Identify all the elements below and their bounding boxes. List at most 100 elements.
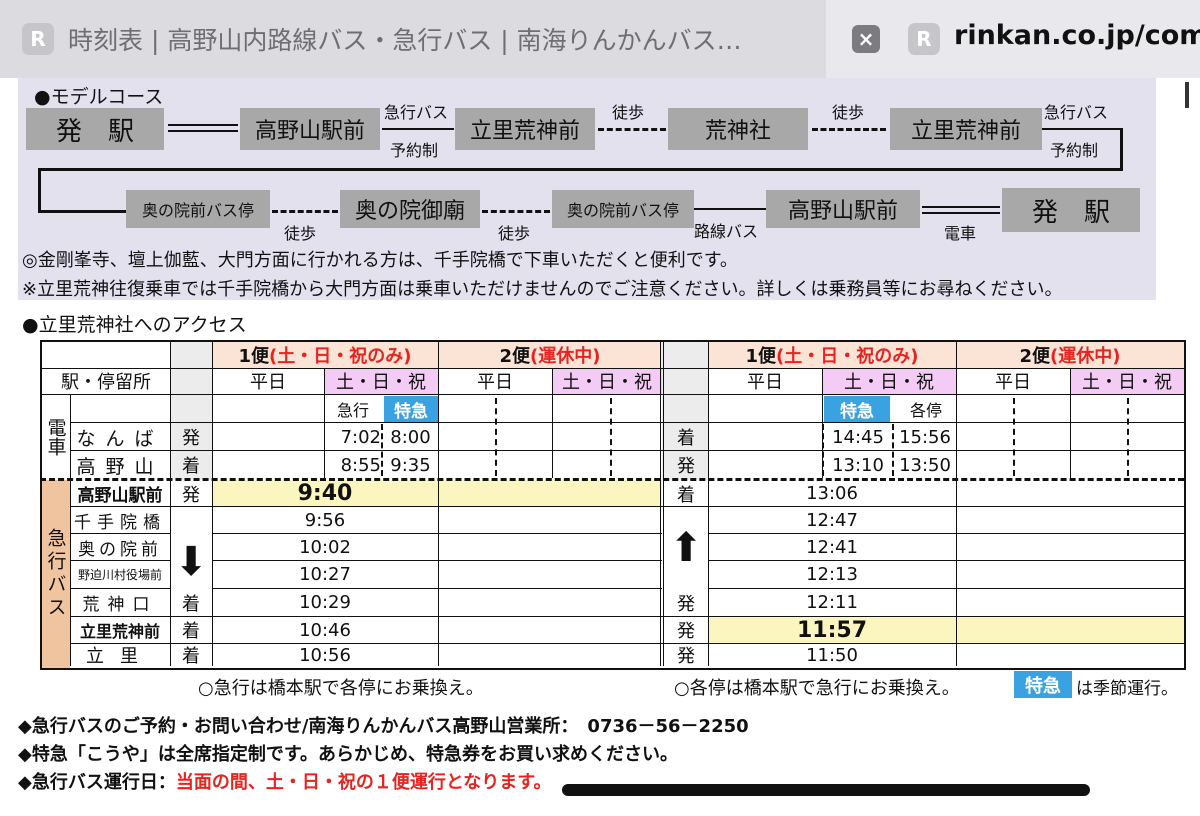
station-nosegawa-office: 野迫川村役場前 (77, 568, 162, 582)
walk-label: 徒歩 (832, 103, 865, 122)
connector-line (38, 210, 126, 213)
time-cell: 10:56 (299, 644, 351, 666)
rail-line (168, 124, 238, 126)
bus-section-label: 急行バス (44, 528, 67, 620)
walk-label: 徒歩 (612, 103, 645, 122)
site-favicon-icon: R (22, 23, 54, 55)
footnote-seasonal: は季節運行。 (1076, 679, 1178, 699)
trip1-header: 1便 (土・日・祝のみ) (745, 346, 919, 367)
scroll-indicator (1185, 82, 1189, 108)
limited-express-badge: 特急 (824, 396, 890, 422)
course-note-2: ※立里荒神往復乗車では千手院橋から大門方面は乗車いただけませんのでご注意ください… (22, 279, 1063, 300)
rail-line (922, 212, 1000, 214)
time-cell: 12:13 (806, 564, 858, 585)
time-cell: 10:46 (299, 619, 351, 641)
weekday-header: 平日 (747, 372, 783, 393)
train-section-label: 電車 (44, 418, 67, 456)
time-cell: 15:56 (899, 426, 951, 448)
time-divider (610, 398, 612, 476)
dep-marker: 発 (677, 646, 695, 667)
station-okunoin-mae: 奥の院前 (78, 539, 162, 560)
time-cell: 7:02 (340, 426, 381, 448)
bus-line (694, 208, 766, 210)
dep-marker: 発 (677, 621, 695, 642)
weekend-header: 土・日・祝 (1082, 372, 1172, 393)
connector-line (38, 168, 1123, 171)
okunoin-stop-box: 奥の院前バス停 (552, 190, 694, 228)
connector-line (38, 168, 41, 212)
footnote-right: ○各停は橋本駅で急行にお乗換え。 (674, 678, 960, 699)
course-note-1: ◎金剛峯寺、壇上伽藍、大門方面に行かれる方は、千手院橋で下車いただくと便利です。 (22, 250, 738, 271)
arr-marker: 着 (182, 621, 200, 642)
station-koyasan-eki-mae: 高野山駅前 (77, 486, 163, 506)
koyasan-station-box: 高野山駅前 (766, 190, 920, 228)
station-koyasan: 高野山 (76, 455, 164, 478)
time-cell: 12:47 (806, 509, 858, 531)
train-label: 電車 (944, 224, 977, 243)
arr-marker: 着 (182, 646, 200, 667)
tatesato-stop-box: 立里荒神前 (890, 108, 1042, 150)
dep-marker: 発 (182, 484, 200, 506)
local-type: 各停 (909, 401, 942, 420)
station-tatesato-aragami-mae: 立里荒神前 (79, 622, 160, 641)
close-tab-icon[interactable]: × (852, 25, 880, 53)
connector-line (1120, 128, 1123, 170)
time-cell-highlight: 9:40 (297, 481, 353, 506)
walk-line (272, 210, 338, 213)
operation-day-note: ◆急行バス運行日：当面の間、土・日・祝の１便運行となります。 (18, 772, 552, 793)
express-bus-label: 急行バス (1044, 103, 1109, 122)
timetable: 1便 (土・日・祝のみ) 2便 (運休中) 1便 (土・日・祝のみ) 2便 (運休中) … (40, 340, 1186, 670)
walk-line (812, 128, 886, 131)
access-title: ●立里荒神社へのアクセス (22, 314, 247, 336)
weekend-header: 土・日・祝 (562, 372, 652, 393)
station-namba: なんば (76, 427, 164, 450)
express-bus-label: 急行バス (384, 103, 449, 122)
time-cell: 13:06 (806, 483, 858, 504)
reserved-seat-note: ◆特急「こうや」は全席指定制です。あらかじめ、特急券をお買い求めください。 (18, 744, 679, 765)
up-arrow-icon: ⬆ (669, 525, 703, 571)
station-senjuinbashi: 千手院橋 (74, 512, 166, 533)
arrive-station-box: 発 駅 (1002, 188, 1140, 232)
rail-line (922, 206, 1000, 208)
time-cell: 13:10 (832, 454, 884, 476)
site-favicon-icon: R (908, 23, 940, 55)
time-cell: 12:41 (806, 536, 858, 558)
arr-marker: 着 (182, 593, 200, 615)
row-line (70, 450, 1184, 451)
walk-line (482, 210, 550, 213)
contact-note: ◆急行バスのご予約・お問い合わせ/南海りんかんバス高野山営業所： 0736－56… (18, 716, 749, 737)
limited-express-badge: 特急 (1014, 671, 1072, 698)
okunoin-gobyo-box: 奥の院御廟 (340, 190, 480, 228)
browser-tab-bar: R 時刻表 | 高野山内路線バス・急行バス | 南海りんかんバス… × R ri… (0, 0, 1200, 78)
weekend-header: 土・日・祝 (336, 372, 426, 393)
dep-marker: 発 (677, 593, 695, 615)
time-cell: 9:35 (390, 454, 431, 476)
model-course-title: ●モデルコース (34, 86, 164, 108)
time-divider (1013, 398, 1015, 476)
arr-marker: 着 (677, 428, 695, 449)
dep-marker: 発 (677, 456, 695, 477)
arr-marker: 着 (182, 456, 200, 477)
bus-line (1042, 128, 1122, 130)
time-divider (495, 398, 497, 476)
reservation-label: 予約制 (1050, 141, 1099, 160)
weekday-header: 平日 (995, 372, 1031, 393)
walk-label: 徒歩 (498, 224, 531, 243)
aragami-shrine-box: 荒神社 (668, 108, 808, 150)
time-cell-highlight: 11:57 (796, 617, 868, 643)
bus-line (382, 128, 454, 130)
url-display[interactable]: rinkan.co.jp/com (954, 20, 1200, 51)
walk-label: 徒歩 (284, 224, 317, 243)
home-indicator[interactable] (562, 784, 1090, 796)
time-divider (1127, 398, 1129, 476)
station-header: 駅・停留所 (61, 372, 151, 393)
weekday-header: 平日 (477, 372, 513, 393)
row-line (212, 422, 1184, 423)
time-cell: 10:29 (299, 592, 351, 613)
time-cell: 11:50 (806, 644, 858, 666)
tab-title[interactable]: 時刻表 | 高野山内路線バス・急行バス | 南海りんかんバス… (68, 21, 808, 57)
station-kojinguchi: 荒神口 (82, 595, 158, 615)
local-bus-label: 路線バス (694, 222, 759, 241)
time-cell: 8:00 (390, 426, 431, 448)
time-cell: 10:27 (299, 564, 351, 585)
